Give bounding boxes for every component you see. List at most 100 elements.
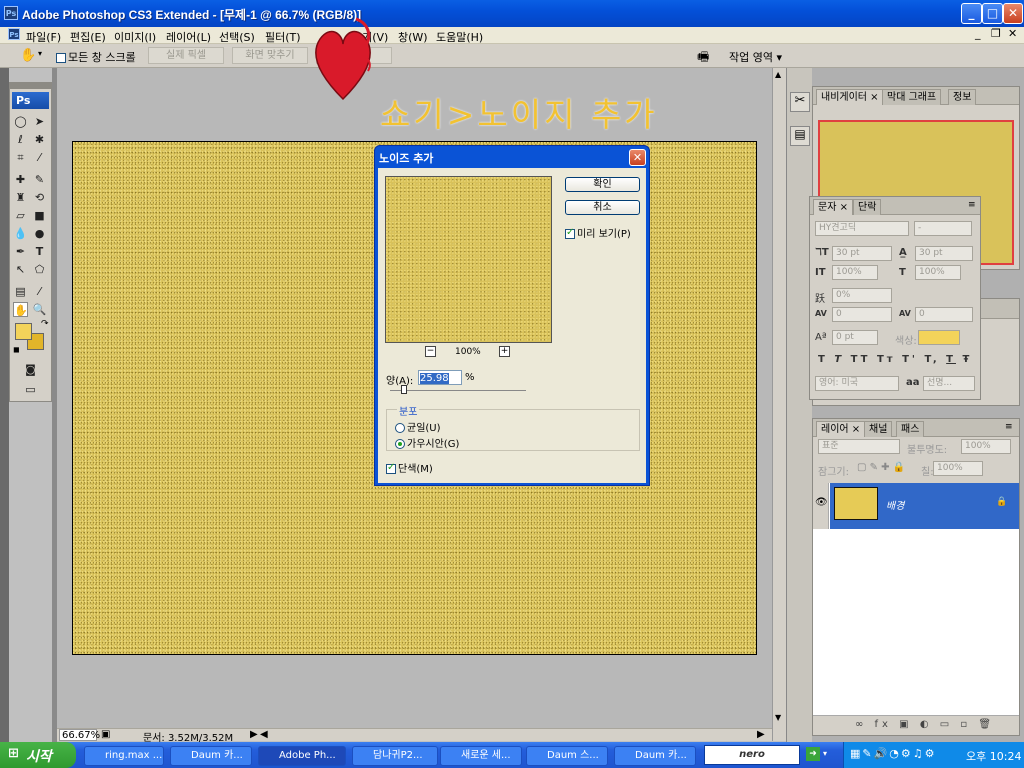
pen-tool-icon[interactable]: ✒ [13,244,28,259]
taskbar-chevron-icon[interactable]: ▾ [823,749,827,758]
tools-panel-icon[interactable]: ✂ [790,92,810,112]
scroll-up-arrow-icon[interactable]: ▲ [775,70,781,79]
all-caps-button[interactable]: TT [851,354,871,365]
panel-menu-icon[interactable]: ≡ [968,200,976,210]
vertical-scrollbar[interactable]: ▲ ▼ [772,68,786,741]
new-layer-icon[interactable]: ▫ [960,719,971,730]
healing-brush-icon[interactable]: ✚ [13,172,28,187]
text-style-buttons[interactable]: T T TT Tт T' T, T Ŧ [818,354,978,368]
eraser-tool-icon[interactable]: ▱ [13,208,28,223]
tab-channels[interactable]: 채널 [864,421,893,437]
trash-icon[interactable]: 🗑 [978,719,995,730]
tab-histogram[interactable]: 막대 그래프 [882,89,942,105]
superscript-button[interactable]: T' [902,354,918,365]
opacity-field[interactable]: 100% [961,439,1011,454]
cancel-button[interactable]: 취소 [565,200,640,215]
preview-checkbox[interactable]: 미리 보기(P) [565,225,631,240]
crop-tool-icon[interactable]: ⌗ [13,150,28,165]
underline-button[interactable]: T [946,354,956,365]
amount-input[interactable]: 25.98 [418,370,462,385]
layers-menu-icon[interactable]: ≡ [1005,422,1013,432]
dialog-close-button[interactable]: ✕ [629,149,646,166]
brush-tool-icon[interactable]: ✎ [32,172,47,187]
tracking-field[interactable]: 0 [915,307,973,322]
layer-row-background[interactable]: 배경 🔒 [830,483,1019,529]
move-tool-icon[interactable]: ➤ [32,114,47,129]
go-arrow-icon[interactable]: ➜ [806,747,820,761]
task-daum-3[interactable]: Daum 카... [614,746,696,766]
gaussian-radio[interactable]: 가우시안(G) [395,435,459,450]
hand-tool-icon[interactable]: ✋ [13,302,28,317]
zoom-out-button[interactable]: − [425,346,436,357]
lock-icons[interactable]: ▢ ✎ ✚ 🔒 [857,462,905,473]
faux-italic-button[interactable]: T [834,354,844,365]
workspace-menu[interactable]: 작업 영역 ▾ [729,49,782,65]
dodge-tool-icon[interactable]: ● [32,226,47,241]
faux-bold-button[interactable]: T [818,354,828,365]
magic-wand-icon[interactable]: ✱ [32,132,47,147]
menu-image[interactable]: 이미지(I) [114,29,156,45]
ok-button[interactable]: 확인 [565,177,640,192]
menu-select[interactable]: 선택(S) [219,29,255,45]
tab-character[interactable]: 문자 × [813,199,853,215]
antialias-select[interactable]: 선명... [923,376,975,391]
scroll-right-arrow-icon[interactable]: ▶ [757,729,765,740]
marquee-tool-icon[interactable]: ◯ [13,114,28,129]
task-ringmax[interactable]: ring.max ... [84,746,164,766]
fill-field[interactable]: 100% [933,461,983,476]
layer-visibility[interactable]: 👁 [813,483,829,529]
vertical-scale-field[interactable]: 100% [832,265,878,280]
file-browser-icon[interactable]: 🖷 [697,48,709,70]
path-select-icon[interactable]: ↖ [13,262,28,277]
amount-slider-thumb[interactable] [400,385,407,394]
menu-filter[interactable]: 필터(T) [265,29,301,45]
menu-layer[interactable]: 레이어(L) [166,29,211,45]
doc-restore-icon[interactable]: ❐ [991,27,1001,40]
nero-search-box[interactable]: nero [704,745,800,765]
tab-navigator[interactable]: 내비게이터 × [816,89,884,105]
type-tool-icon[interactable]: T [32,244,47,259]
ps-logo[interactable]: Ps [12,92,49,109]
minimize-button[interactable]: _ [961,3,982,24]
zoom-level-field[interactable]: 66.67% [59,729,100,741]
task-p2p[interactable]: 담나귀P2... [352,746,438,766]
status-menu-arrow-icon[interactable]: ▶ [250,729,258,740]
quick-mask-icon[interactable]: ◙ [23,362,38,377]
scroll-down-arrow-icon[interactable]: ▼ [775,713,781,722]
tab-paragraph[interactable]: 단락 [853,199,882,215]
slice-tool-icon[interactable]: ⁄ [32,150,47,165]
hand-tool-icon[interactable]: ✋ [20,48,36,63]
amount-slider-track[interactable] [390,390,526,391]
task-daum-2[interactable]: Daum 스... [526,746,608,766]
foreground-color-swatch[interactable] [15,323,32,340]
lasso-tool-icon[interactable]: ℓ [13,132,28,147]
subscript-button[interactable]: T, [924,354,939,365]
start-button[interactable]: ⊞ 시작 [0,742,76,768]
gradient-tool-icon[interactable]: ■ [32,208,47,223]
menu-help[interactable]: 도움말(H) [436,29,483,45]
notes-tool-icon[interactable]: ▤ [13,284,28,299]
eyedropper-icon[interactable]: ⁄ [32,284,47,299]
status-icon[interactable]: ▣ [101,729,110,740]
task-daum-1[interactable]: Daum 카... [170,746,252,766]
fx-icon[interactable]: fx [875,719,892,730]
screen-mode-icon[interactable]: ▭ [23,382,38,397]
actual-pixels-button[interactable]: 실제 픽셀 [148,47,224,64]
actions-panel-icon[interactable]: ▤ [790,126,810,146]
task-new-window[interactable]: 새로운 세... [440,746,522,766]
text-color-swatch[interactable] [918,330,960,345]
close-button[interactable]: ✕ [1003,3,1023,24]
doc-minimize-icon[interactable]: _ [975,27,981,40]
toolbox-grip[interactable] [10,83,51,89]
zoom-in-button[interactable]: + [499,346,510,357]
menu-file[interactable]: 파일(F) [26,29,61,45]
strikethrough-button[interactable]: Ŧ [962,354,972,365]
tsume-field[interactable]: 0% [832,288,892,303]
kerning-field[interactable]: 0 [832,307,892,322]
scroll-left-arrow-icon[interactable]: ◀ [260,729,268,740]
noise-preview[interactable] [385,176,552,343]
horizontal-scale-field[interactable]: 100% [915,265,961,280]
menu-window[interactable]: 창(W) [398,29,428,45]
adjustment-layer-icon[interactable]: ◐ [920,719,933,730]
uniform-radio[interactable]: 균일(U) [395,419,441,434]
